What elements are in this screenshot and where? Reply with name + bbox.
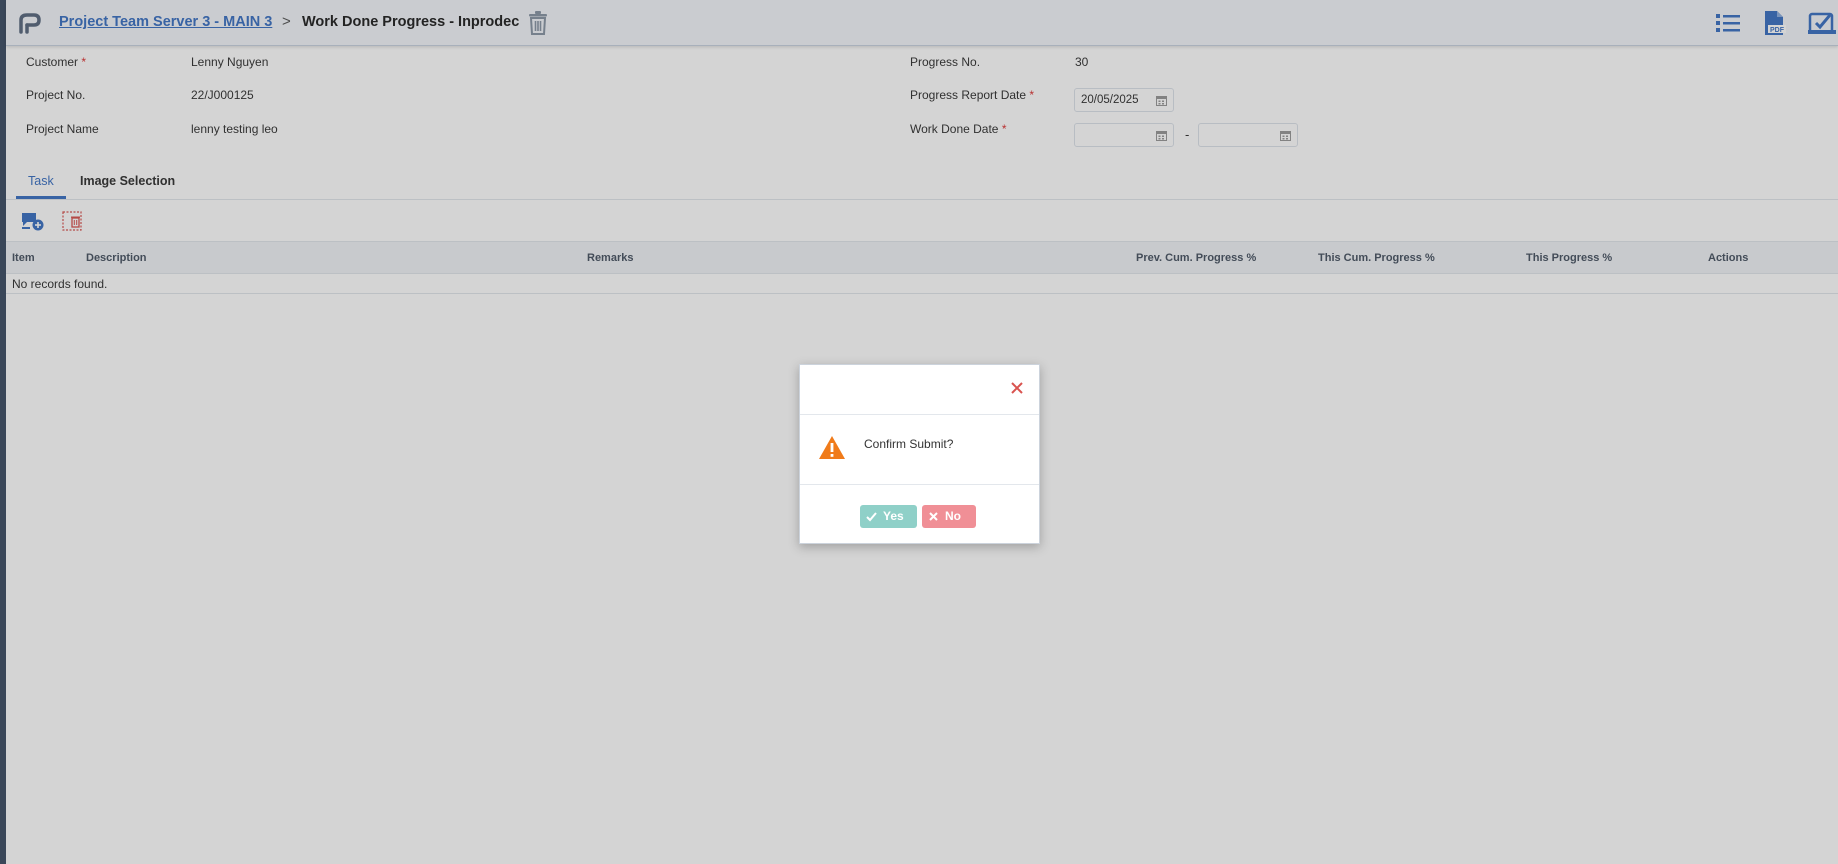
x-icon xyxy=(929,512,938,521)
confirm-dialog: Confirm Submit? Yes No xyxy=(799,364,1040,544)
no-button-label: No xyxy=(945,509,961,523)
close-icon[interactable] xyxy=(1009,380,1025,396)
check-icon xyxy=(866,512,877,522)
dialog-header xyxy=(800,365,1039,415)
yes-button[interactable]: Yes xyxy=(860,505,917,528)
no-button[interactable]: No xyxy=(922,505,976,528)
dialog-body: Confirm Submit? xyxy=(800,415,1039,485)
yes-button-label: Yes xyxy=(883,509,904,523)
dialog-footer: Yes No xyxy=(800,485,1039,543)
warning-icon xyxy=(819,436,845,459)
dialog-message: Confirm Submit? xyxy=(864,437,954,451)
